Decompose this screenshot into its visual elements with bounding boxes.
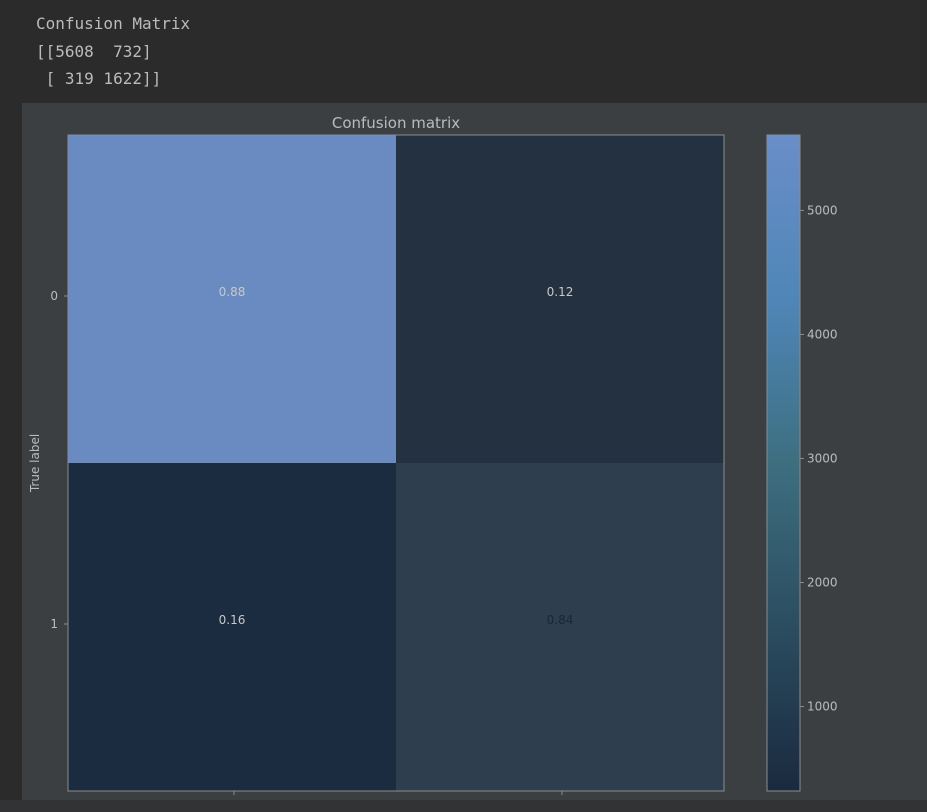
y-axis-label: True label [28, 434, 42, 493]
cell-label-0-1: 0.12 [547, 285, 574, 299]
y-tick-label-1: 1 [50, 617, 58, 631]
console-line-title: Confusion Matrix [36, 14, 191, 33]
cell-label-0-0: 0.88 [219, 285, 246, 299]
colorbar-tick-label-2: 3000 [807, 451, 838, 465]
heatmap-cell-0-1 [396, 135, 724, 463]
console-line-row-1: [[5608 732] [36, 41, 152, 61]
colorbar-tick-label-3: 2000 [807, 576, 838, 590]
y-tick-label-0: 0 [50, 289, 58, 303]
console-line-row-2: [ 319 1622]] [36, 69, 162, 88]
cell-label-1-0: 0.16 [219, 613, 246, 627]
chart-title: Confusion matrix [332, 114, 460, 132]
colorbar-tick-label-4: 1000 [807, 700, 838, 714]
cell-label-1-1: 0.84 [547, 613, 574, 627]
heatmap-cell-0-0 [68, 135, 396, 463]
plot-output-panel: Confusion matrix 0.88 0.12 0.16 0.84 0 1 Tru… [22, 103, 927, 800]
colorbar-tick-label-1: 4000 [807, 327, 838, 341]
confusion-matrix-chart: Confusion matrix 0.88 0.12 0.16 0.84 0 1 Tru… [28, 114, 838, 795]
console-output: Confusion Matrix [[5608 732] [ 319 1622]] [36, 10, 190, 93]
bottom-scroll-strip [0, 800, 927, 812]
heatmap-cell-1-1 [396, 463, 724, 791]
colorbar-tick-label-0: 5000 [807, 203, 838, 217]
colorbar [766, 134, 801, 792]
heatmap-cell-1-0 [68, 463, 396, 791]
